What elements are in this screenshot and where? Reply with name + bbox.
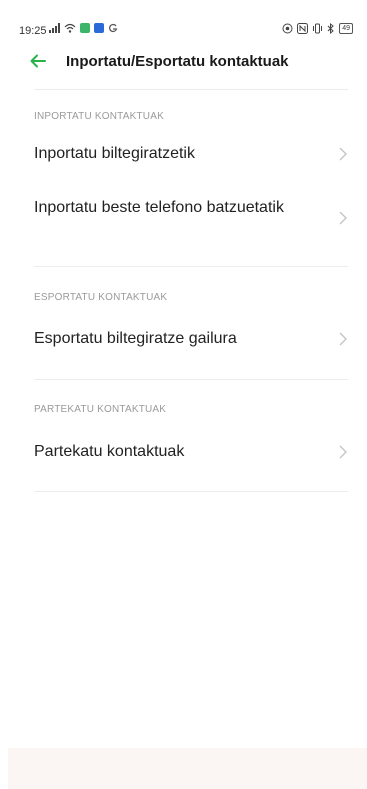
import-from-storage-item[interactable]: Inportatu biltegiratzetik bbox=[34, 143, 348, 171]
page-title: Inportatu/Esportatu kontaktuak bbox=[66, 53, 289, 70]
import-from-storage-label: Inportatu biltegiratzetik bbox=[34, 145, 195, 162]
share-contacts-label: Partekatu kontaktuak bbox=[34, 443, 185, 460]
g-icon bbox=[109, 23, 118, 33]
toolbar-divider bbox=[34, 89, 348, 90]
app-icon-green bbox=[80, 23, 90, 33]
chevron-right-icon bbox=[339, 211, 347, 225]
chevron-right-icon bbox=[339, 332, 347, 346]
toolbar: Inportatu/Esportatu kontaktuak bbox=[0, 48, 367, 76]
share-contacts-item[interactable]: Partekatu kontaktuak bbox=[34, 441, 348, 469]
bottom-bar bbox=[8, 748, 367, 789]
battery-icon: 49 bbox=[339, 23, 353, 34]
status-bar: 19:25 49 bbox=[0, 0, 367, 40]
signal-icon bbox=[49, 23, 60, 33]
back-button[interactable] bbox=[26, 51, 50, 71]
section-divider bbox=[34, 266, 348, 267]
app-icon-blue bbox=[94, 23, 104, 33]
section-divider bbox=[34, 491, 348, 492]
nfc-icon bbox=[297, 23, 309, 34]
export-to-storage-label: Esportatu biltegiratze gailura bbox=[34, 330, 237, 347]
chevron-right-icon bbox=[339, 445, 347, 459]
section-header-export: ESPORTATU KONTAKTUAK bbox=[34, 292, 168, 303]
import-from-other-phones-label: Inportatu beste telefono batzuetatik bbox=[34, 199, 284, 216]
wifi-icon bbox=[64, 23, 76, 33]
eye-icon bbox=[282, 23, 293, 34]
bluetooth-icon bbox=[327, 23, 334, 34]
status-right-icons: 49 bbox=[282, 23, 353, 34]
arrow-left-icon bbox=[30, 54, 46, 68]
section-header-import: INPORTATU KONTAKTUAK bbox=[34, 111, 164, 122]
section-divider bbox=[34, 379, 348, 380]
import-from-other-phones-item[interactable]: Inportatu beste telefono batzuetatik bbox=[34, 197, 348, 243]
export-to-storage-item[interactable]: Esportatu biltegiratze gailura bbox=[34, 328, 348, 356]
vibrate-icon bbox=[313, 23, 323, 34]
section-header-share: PARTEKATU KONTAKTUAK bbox=[34, 404, 167, 415]
status-left-icons bbox=[49, 23, 118, 33]
status-time: 19:25 bbox=[19, 25, 47, 37]
chevron-right-icon bbox=[339, 147, 347, 161]
